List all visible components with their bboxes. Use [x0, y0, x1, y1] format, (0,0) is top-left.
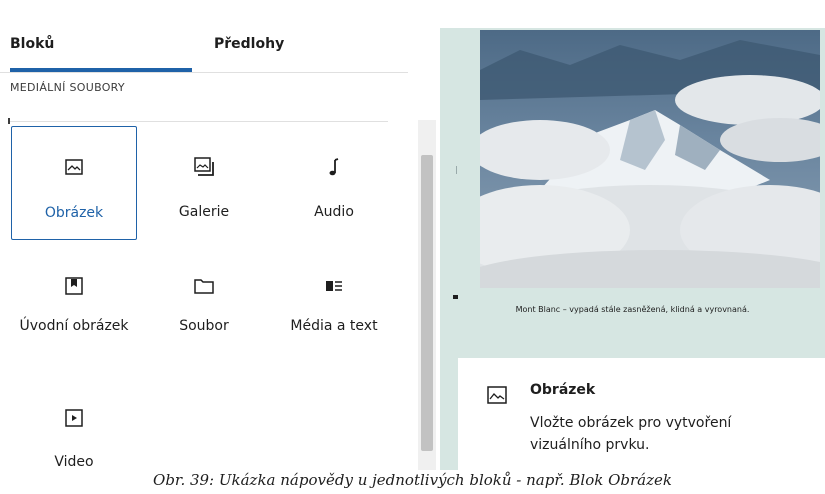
- tab-blocks[interactable]: Bloků: [10, 36, 54, 52]
- video-icon: [11, 408, 137, 430]
- section-divider: [10, 121, 388, 122]
- block-cover[interactable]: Úvodní obrázek: [11, 250, 137, 364]
- help-description: Vložte obrázek pro vytvoření vizuálního …: [530, 415, 732, 453]
- cover-image-icon: [11, 276, 137, 298]
- block-media-text[interactable]: Média a text: [271, 250, 397, 364]
- preview-handle: [453, 295, 458, 299]
- scrollbar-thumb[interactable]: [421, 155, 433, 451]
- image-icon: [12, 157, 136, 179]
- file-icon: [141, 276, 267, 298]
- audio-icon: [271, 156, 397, 178]
- help-title: Obrázek: [530, 382, 596, 398]
- block-inserter-panel: Bloků Předlohy MEDIÁLNÍ SOUBORY Obrázek …: [0, 0, 438, 470]
- figure-caption: Obr. 39: Ukázka nápovědy u jednotlivých …: [153, 471, 672, 489]
- gallery-icon: [141, 156, 267, 178]
- tab-patterns[interactable]: Předlohy: [214, 36, 284, 52]
- active-tab-indicator: [10, 68, 192, 72]
- block-gallery[interactable]: Galerie: [141, 126, 267, 240]
- block-label: Galerie: [178, 204, 230, 220]
- block-file[interactable]: Soubor: [141, 250, 267, 364]
- inserter-tabs: Bloků Předlohy: [0, 0, 408, 73]
- section-title: MEDIÁLNÍ SOUBORY: [10, 81, 125, 94]
- preview-image: [480, 30, 820, 288]
- preview-caption: Mont Blanc – vypadá stále zasněžená, kli…: [515, 305, 750, 314]
- block-label: Média a text: [290, 318, 378, 334]
- block-image[interactable]: Obrázek: [11, 126, 137, 240]
- block-audio[interactable]: Audio: [271, 126, 397, 240]
- block-label: Obrázek: [44, 205, 104, 221]
- preview-marker: [456, 166, 457, 174]
- image-icon: [486, 384, 508, 410]
- block-label: Video: [54, 454, 94, 470]
- block-label: Soubor: [179, 318, 229, 334]
- block-label: Audio: [314, 204, 354, 220]
- block-label: Úvodní obrázek: [19, 318, 129, 334]
- media-text-icon: [271, 276, 397, 298]
